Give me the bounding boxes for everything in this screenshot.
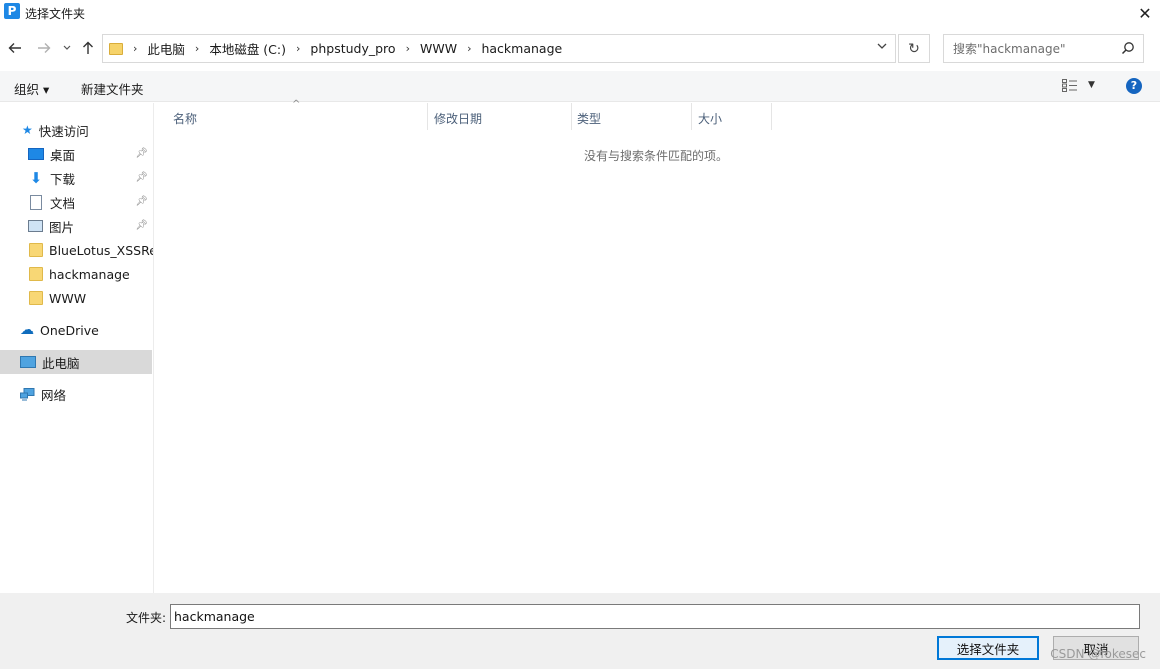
app-icon: P — [4, 3, 20, 19]
star-icon: ★ — [22, 123, 33, 137]
folder-name-input[interactable] — [170, 604, 1140, 629]
chevron-right-icon[interactable]: › — [133, 42, 137, 55]
column-header-size[interactable]: 大小 — [692, 103, 772, 130]
breadcrumb-hackmanage[interactable]: hackmanage — [481, 41, 562, 56]
title-bar: P 选择文件夹 ✕ — [0, 0, 1160, 26]
search-icon[interactable] — [1121, 41, 1135, 55]
pin-icon: 📌︎ — [135, 172, 148, 183]
organize-menu[interactable]: 组织 ▾ — [14, 79, 49, 98]
select-folder-button[interactable]: 选择文件夹 — [937, 636, 1039, 660]
dialog-footer: 文件夹: 选择文件夹 取消 CSDN @fokesec — [0, 593, 1160, 669]
command-bar: 组织 ▾ 新建文件夹 — [0, 71, 1160, 102]
empty-message: 没有与搜索条件匹配的项。 — [584, 149, 729, 163]
sidebar-item-downloads[interactable]: ⬇ 下载 📌︎ — [0, 166, 152, 190]
recent-locations-chevron-icon[interactable] — [60, 38, 74, 58]
refresh-icon: ↻ — [908, 40, 920, 57]
search-input[interactable] — [953, 41, 1113, 56]
column-header-modified[interactable]: 修改日期 — [428, 103, 572, 130]
sidebar-item-pictures[interactable]: 图片 📌︎ — [0, 214, 152, 238]
computer-icon — [20, 356, 36, 368]
search-box[interactable] — [943, 34, 1144, 63]
desktop-icon — [28, 148, 44, 160]
watermark: CSDN @fokesec — [1050, 647, 1146, 661]
file-list: ^ 名称 修改日期 类型 大小 没有与搜索条件匹配的项。 — [155, 99, 1160, 593]
sidebar-item-network[interactable]: 网络 — [0, 382, 152, 406]
address-bar[interactable]: › 此电脑 › 本地磁盘 (C:) › phpstudy_pro › WWW ›… — [102, 34, 896, 63]
help-icon[interactable]: ? — [1126, 78, 1142, 94]
sidebar-item-desktop[interactable]: 桌面 📌︎ — [0, 142, 152, 166]
picture-icon — [28, 220, 43, 232]
breadcrumb-local-disk[interactable]: 本地磁盘 (C:) — [209, 39, 286, 58]
column-header-name[interactable]: 名称 — [155, 103, 428, 130]
sidebar-item-bluelotus[interactable]: BlueLotus_XSSRec — [0, 238, 153, 262]
chevron-down-icon[interactable] — [877, 42, 887, 53]
new-folder-button[interactable]: 新建文件夹 — [81, 79, 144, 98]
folder-icon — [29, 267, 43, 281]
breadcrumb-www[interactable]: WWW — [420, 41, 457, 56]
document-icon — [30, 194, 42, 210]
view-options-icon[interactable] — [1062, 79, 1078, 92]
forward-arrow-icon[interactable] — [35, 38, 53, 58]
window-title: 选择文件夹 — [25, 7, 86, 21]
sidebar-item-documents[interactable]: 文档 📌︎ — [0, 190, 152, 214]
close-button[interactable]: ✕ — [1130, 0, 1160, 26]
network-icon — [20, 387, 35, 401]
sidebar-item-onedrive[interactable]: ☁ OneDrive — [0, 318, 152, 342]
sidebar-item-hackmanage[interactable]: hackmanage — [0, 262, 152, 286]
pin-icon: 📌︎ — [135, 220, 148, 231]
column-header-type[interactable]: 类型 — [572, 103, 692, 130]
chevron-right-icon[interactable]: › — [195, 42, 199, 55]
back-arrow-icon[interactable] — [6, 38, 24, 58]
pin-icon: 📌︎ — [135, 148, 148, 159]
chevron-right-icon[interactable]: › — [406, 42, 410, 55]
view-dropdown-icon[interactable]: ▼ — [1088, 80, 1095, 90]
refresh-button[interactable]: ↻ — [898, 34, 930, 63]
breadcrumb-phpstudy[interactable]: phpstudy_pro — [310, 41, 395, 56]
pin-icon: 📌︎ — [135, 196, 148, 207]
folder-icon — [29, 243, 43, 257]
chevron-right-icon[interactable]: › — [467, 42, 471, 55]
download-icon: ⬇ — [29, 169, 43, 187]
folder-label: 文件夹: — [126, 611, 167, 625]
up-arrow-icon[interactable] — [79, 38, 97, 58]
sidebar-item-www[interactable]: WWW — [0, 286, 152, 310]
sidebar-item-this-pc[interactable]: 此电脑 — [0, 350, 152, 374]
sidebar-item-quick-access[interactable]: ★ 快速访问 — [0, 118, 152, 142]
breadcrumb-this-pc[interactable]: 此电脑 — [147, 39, 185, 58]
chevron-right-icon[interactable]: › — [296, 42, 300, 55]
folder-icon — [109, 42, 123, 55]
select-folder-dialog: P 选择文件夹 ✕ › 此电脑 › 本地磁盘 (C:) › phpstudy_p… — [0, 0, 1160, 669]
cloud-icon: ☁ — [20, 322, 34, 338]
folder-icon — [29, 291, 43, 305]
navigation-pane: ★ 快速访问 桌面 📌︎ ⬇ 下载 📌︎ 文档 📌︎ 图片 📌︎ BlueLot… — [0, 103, 154, 593]
